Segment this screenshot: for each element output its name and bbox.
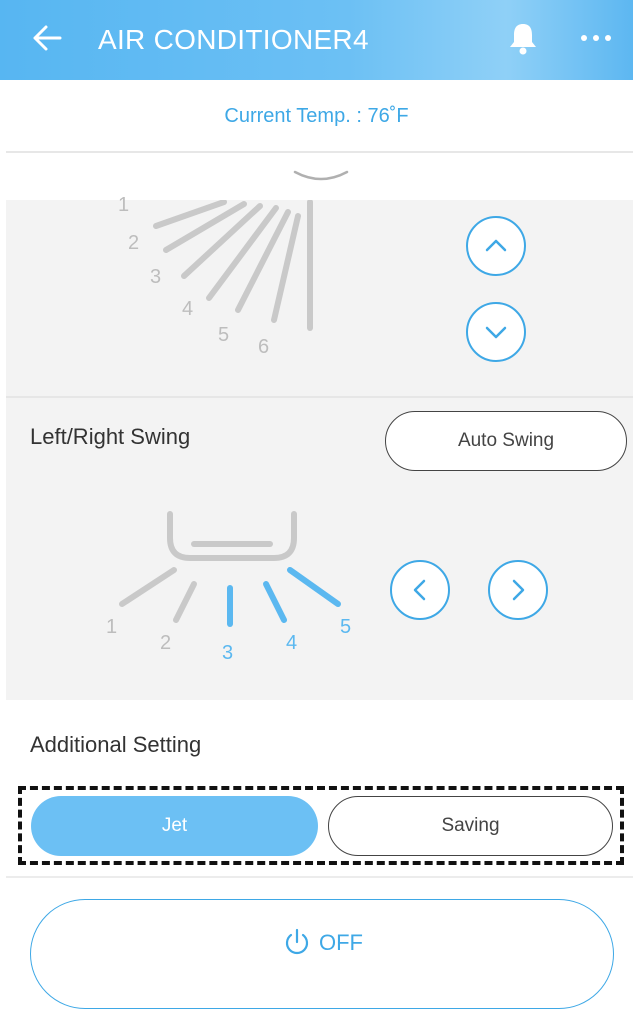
swing-position-4: 4 (286, 632, 298, 654)
current-temperature: Current Temp. : 76˚F (224, 105, 409, 127)
swing-left-button[interactable] (390, 560, 450, 620)
back-button[interactable] (28, 18, 68, 58)
swing-label-4: 4 (182, 298, 194, 320)
up-down-swing-panel: 1 2 3 4 5 6 (6, 194, 633, 396)
swing-label-2: 2 (128, 232, 140, 254)
swing-label-3: 3 (150, 266, 162, 288)
chevron-right-icon (512, 579, 525, 601)
jet-button[interactable]: Jet (31, 796, 318, 856)
bell-icon (510, 24, 536, 55)
power-button-content: OFF (31, 900, 615, 986)
saving-button[interactable]: Saving (328, 796, 613, 856)
vertical-swing-diagram (153, 200, 313, 331)
swing-up-button[interactable] (466, 216, 526, 276)
chevron-up-icon (485, 239, 507, 252)
chevron-left-icon (413, 579, 426, 601)
notifications-button[interactable] (506, 20, 540, 56)
more-horizontal-icon (581, 35, 611, 41)
swing-down-button[interactable] (466, 302, 526, 362)
power-off-button[interactable]: OFF (30, 899, 614, 1009)
swing-position-3: 3 (222, 642, 234, 664)
swing-label-6: 6 (258, 336, 270, 358)
swing-right-button[interactable] (488, 560, 548, 620)
divider (6, 151, 633, 153)
swing-label-1: 1 (118, 194, 130, 216)
left-right-swing-title: Left/Right Swing (30, 424, 191, 449)
chevron-down-icon (485, 326, 507, 339)
app-header: AIR CONDITIONER4 (0, 0, 633, 80)
page-title: AIR CONDITIONER4 (98, 24, 369, 55)
swing-label-5: 5 (218, 324, 230, 346)
power-label: OFF (319, 930, 363, 955)
chevron-down-icon (293, 170, 349, 181)
additional-setting-title: Additional Setting (30, 732, 202, 757)
swing-position-1: 1 (106, 616, 118, 638)
divider (6, 876, 633, 878)
swing-position-2: 2 (160, 632, 172, 654)
more-options-button[interactable] (578, 24, 614, 52)
arrow-left-icon (33, 25, 62, 51)
auto-swing-button[interactable]: Auto Swing (385, 411, 627, 471)
swing-position-5: 5 (340, 616, 352, 638)
power-icon (285, 928, 309, 955)
collapse-toggle[interactable] (293, 166, 349, 188)
